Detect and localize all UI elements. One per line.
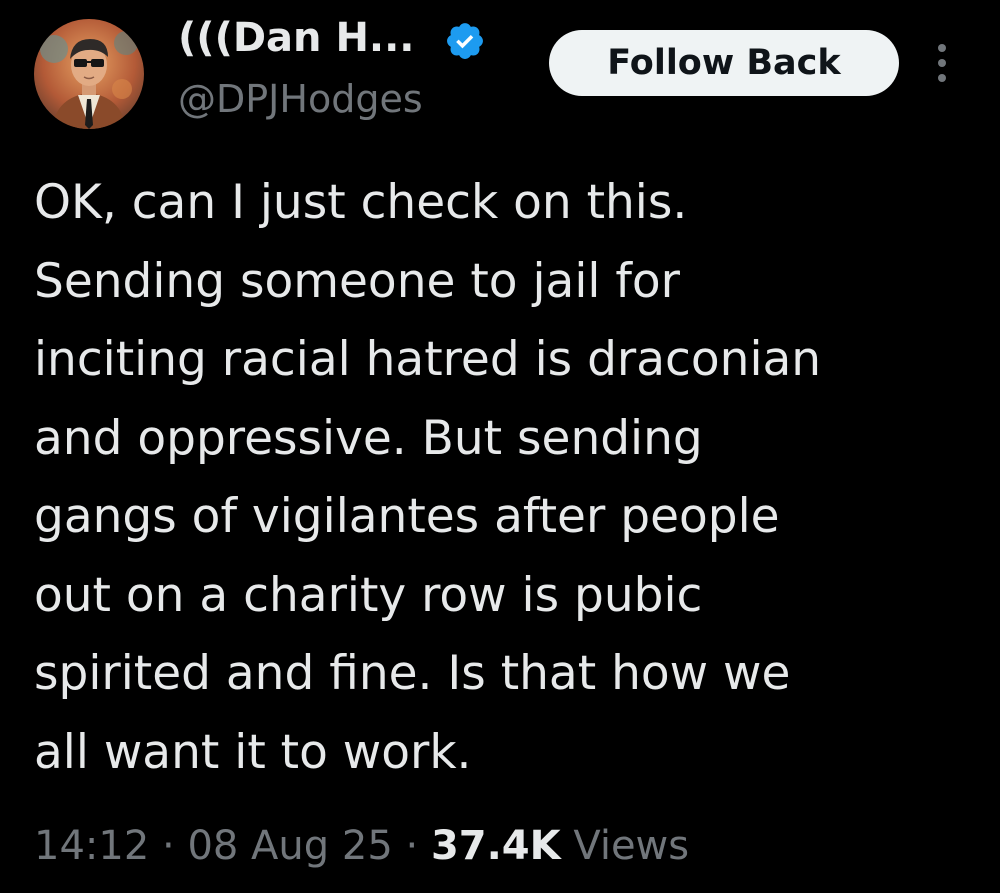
avatar[interactable]: [34, 19, 144, 129]
tweet-text-line: OK, can I just check on this.: [34, 175, 688, 230]
follow-back-button[interactable]: Follow Back: [549, 30, 899, 96]
tweet-text-line: inciting racial hatred is draconian: [34, 332, 822, 387]
tweet-text-line: and oppressive. But sending: [34, 410, 703, 466]
tweet-text-line: gangs of vigilantes after people: [34, 489, 780, 544]
tweet-text-line: spirited and fine. Is that how we: [34, 646, 791, 701]
user-handle[interactable]: @DPJHodges: [178, 76, 423, 122]
vertical-ellipsis-icon[interactable]: [928, 40, 956, 86]
meta-separator: ·: [149, 823, 188, 869]
tweet: (((Dan H... @DPJHodges Follow Back OK, c…: [0, 0, 1000, 893]
tweet-text-line: Sending someone to jail for: [34, 253, 680, 309]
tweet-text: OK, can I just check on this. Sending so…: [34, 164, 984, 792]
meta-separator: ·: [392, 823, 431, 869]
views-count: 37.4K: [430, 823, 561, 869]
display-name[interactable]: (((Dan H...: [178, 14, 415, 62]
tweet-text-line: out on a charity row is pubic: [34, 567, 703, 623]
tweet-text-line: all want it to work.: [34, 724, 472, 780]
views-label: Views: [573, 823, 690, 869]
tweet-date[interactable]: 08 Aug 25: [187, 823, 392, 869]
tweet-time[interactable]: 14:12: [34, 823, 149, 869]
tweet-meta: 14:12 · 08 Aug 25 · 37.4K Views: [34, 818, 689, 874]
verified-badge-icon: [447, 23, 483, 59]
portrait-avatar-icon: [34, 19, 144, 129]
